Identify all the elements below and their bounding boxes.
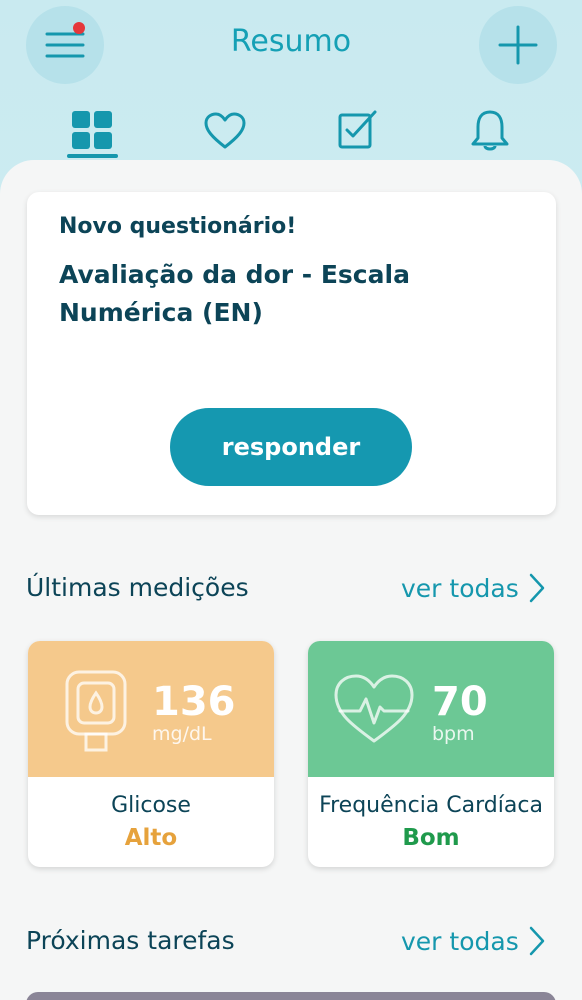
measurement-status: Alto	[124, 825, 178, 851]
heart-icon	[204, 112, 246, 149]
tab-health[interactable]	[197, 112, 253, 164]
heart-rate-icon	[334, 674, 414, 743]
measurement-status: Bom	[402, 825, 460, 851]
glucometer-icon	[65, 670, 127, 752]
tab-tasks[interactable]	[330, 108, 386, 160]
tasks-see-all-link[interactable]: ver todas	[401, 926, 545, 956]
measurement-header: 136 mg/dL	[28, 641, 274, 777]
tasks-section-title: Próximas tarefas	[26, 926, 235, 955]
plus-icon	[498, 25, 538, 65]
measurement-name: Frequência Cardíaca	[319, 793, 543, 818]
app-header: Resumo	[0, 0, 582, 160]
see-all-label: ver todas	[401, 926, 519, 956]
clipboard-check-icon	[338, 110, 377, 149]
task-card[interactable]	[26, 992, 556, 1000]
measurements-section-title: Últimas medições	[26, 573, 249, 602]
measurements-see-all-link[interactable]: ver todas	[401, 573, 545, 603]
bell-icon	[471, 110, 509, 151]
questionnaire-label: Novo questionário!	[59, 214, 297, 239]
measurement-name: Glicose	[111, 793, 191, 818]
active-tab-indicator	[67, 154, 118, 158]
measurement-header: 70 bpm	[308, 641, 554, 777]
chevron-right-icon	[529, 926, 544, 956]
measurement-value: 70	[432, 679, 488, 725]
dashboard-grid-icon	[72, 111, 112, 149]
respond-button[interactable]: responder	[170, 408, 412, 486]
questionnaire-title: Avaliação da dor - Escala Numérica (EN)	[59, 260, 410, 327]
measurement-unit: mg/dL	[152, 723, 212, 745]
measurement-unit: bpm	[432, 723, 475, 745]
chevron-right-icon	[529, 573, 544, 603]
tab-notifications[interactable]	[462, 108, 518, 160]
measurement-card-heart-rate[interactable]: 70 bpm Frequência Cardíaca Bom	[308, 641, 554, 867]
add-button[interactable]	[479, 6, 557, 84]
see-all-label: ver todas	[401, 573, 519, 603]
measurement-value: 136	[152, 679, 236, 725]
questionnaire-card: Novo questionário! Avaliação da dor - Es…	[27, 192, 556, 515]
measurement-card-glucose[interactable]: 136 mg/dL Glicose Alto	[28, 641, 274, 867]
